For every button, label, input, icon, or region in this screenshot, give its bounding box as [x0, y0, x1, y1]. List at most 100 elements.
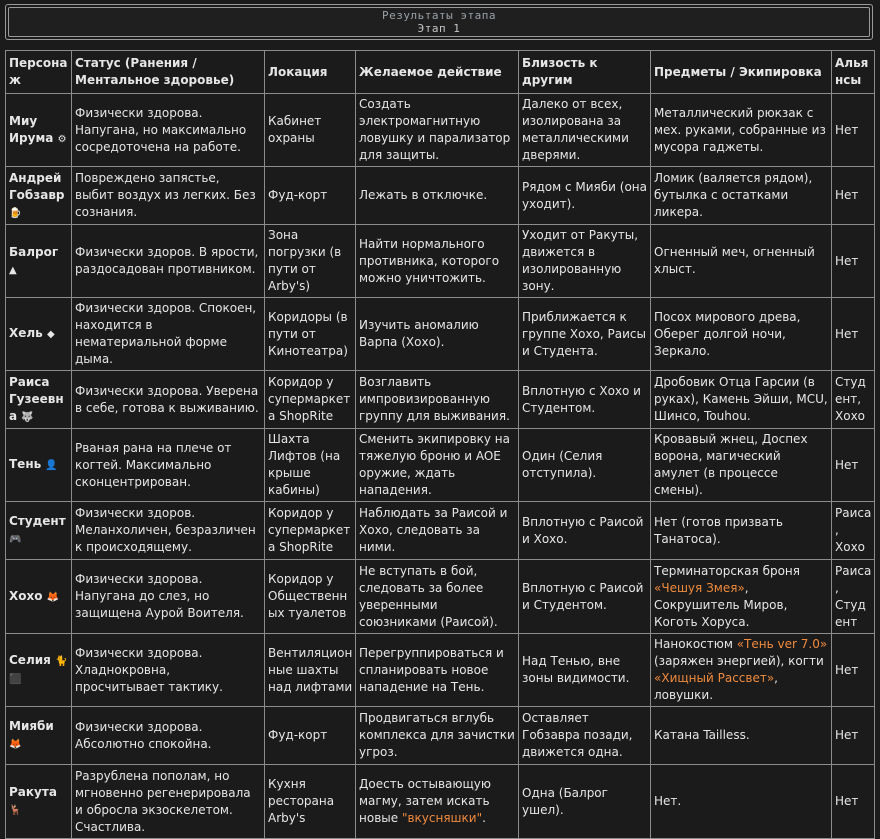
beer-icon: 🍺: [9, 207, 22, 219]
alliance-cell: Нет: [831, 297, 875, 371]
location-cell: Кабинет охраны: [264, 93, 356, 167]
ghost-icon: 👤: [45, 460, 58, 471]
alliance-cell: Раиса, Хохо: [831, 501, 875, 560]
proximity-text: Одна (Балрог ушел).: [522, 785, 608, 817]
status-text: Физически здорова. Напугана, но максимал…: [75, 105, 247, 154]
table-row: Селия 🐈⬛ Физически здорова. Хладнокровна,…: [5, 633, 875, 707]
stage-header: Результаты этапа Этап 1: [5, 4, 873, 40]
action-text: Не вступать в бой, следовать за более ув…: [359, 563, 498, 629]
action-cell: Сменить экипировку на тяжелую броню и AO…: [355, 428, 519, 502]
highlight-term: «Чешуя Змея»: [654, 580, 745, 595]
col-header-character: Персонаж: [5, 50, 72, 94]
col-header-status: Статус (Ранения / Ментальное здоровье): [71, 50, 265, 94]
proximity-text: Вплотную с Раисой и Студентом.: [522, 580, 644, 612]
location-text: Вентиляционные шахты над лифтами: [268, 645, 353, 694]
table-row: Мияби 🦊 Физически здорова. Абсолютно спок…: [5, 706, 875, 765]
status-cell: Физически здорова. Хладнокровна, просчит…: [71, 633, 265, 707]
location-cell: Кухня ресторана Arby's: [264, 764, 356, 839]
character-name: Раиса Гузеевна: [9, 374, 64, 423]
items-text: Огненный меч, огненный хлыст.: [654, 245, 815, 276]
alliance-cell: Нет: [831, 706, 875, 765]
alliance-text: Нет: [835, 326, 859, 341]
action-text: Изучить аномалию Варпа (Хохо).: [359, 318, 479, 349]
items-cell: Дробовик Отца Гарсии (в руках), Камень Э…: [650, 370, 832, 429]
character-cell: Селия 🐈⬛: [5, 633, 72, 707]
status-text: Разрублена пополам, но мгновенно регенер…: [75, 768, 251, 834]
action-text: Наблюдать за Раисой и Хохо, следовать за…: [359, 506, 508, 554]
location-text: Фуд-корт: [268, 188, 328, 202]
stage-header-inner: Результаты этапа Этап 1: [8, 7, 870, 37]
status-text: Физически здоров. Спокоен, находится в н…: [75, 301, 257, 366]
proximity-cell: Уходит от Ракуты, движется в изолированн…: [518, 224, 651, 298]
character-cell: Тень 👤: [5, 428, 72, 502]
action-text: Продвигаться вглубь комплекса для зачист…: [359, 711, 515, 759]
gear-icon: ⚙: [57, 133, 67, 145]
character-cell: Студент 🎮: [5, 501, 72, 560]
alliance-cell: Нет: [831, 633, 875, 707]
items-text: Металлический рюкзак с мех. руками, собр…: [654, 105, 826, 154]
items-cell: Нет.: [650, 764, 832, 839]
proximity-cell: Оставляет Гобзавра позади, движется одна…: [518, 706, 651, 765]
alliance-text: Раиса, Хохо: [835, 506, 872, 554]
table-header-row: Персонаж Статус (Ранения / Ментальное зд…: [5, 50, 875, 94]
proximity-text: Уходит от Ракуты, движется в изолированн…: [522, 228, 639, 293]
table-row: Хель ◆ Физически здоров. Спокоен, находит…: [5, 297, 875, 371]
items-cell: Кровавый жнец, Доспех ворона, магический…: [650, 428, 832, 502]
items-text: Дробовик Отца Гарсии (в руках), Камень Э…: [654, 375, 828, 423]
proximity-cell: Одна (Балрог ушел).: [518, 764, 651, 839]
alliance-cell: Студент, Хохо: [831, 370, 875, 429]
character-cell: Ракута 🦌: [5, 764, 72, 839]
items-cell: Нанокостюм «Тень ver 7.0» (заряжен энерг…: [650, 633, 832, 707]
proximity-text: Оставляет Гобзавра позади, движется одна…: [522, 711, 633, 759]
alliance-text: Нет: [835, 728, 859, 742]
location-text: Кухня ресторана Arby's: [268, 777, 335, 825]
status-cell: Повреждено запястье, выбит воздух из лег…: [71, 166, 265, 225]
location-cell: Коридор у супермаркета ShopRite: [264, 370, 356, 429]
action-text: Сменить экипировку на тяжелую броню и AO…: [359, 432, 511, 497]
location-cell: Фуд-корт: [264, 706, 356, 765]
proximity-text: Далеко от всех, изолирована за металличе…: [522, 97, 629, 162]
character-cell: Хохо 🦊: [5, 559, 72, 634]
proximity-text: Один (Селия отступила).: [522, 449, 603, 480]
alliance-cell: Раиса, Студент: [831, 559, 875, 634]
alliance-cell: Нет: [831, 93, 875, 167]
stage-subtitle: Этап 1: [417, 22, 461, 35]
items-text: Терминаторская броня: [654, 563, 800, 578]
proximity-cell: Вплотную с Хохо и Студентом.: [518, 370, 651, 429]
deer-icon: 🦌: [9, 805, 22, 816]
col-header-location: Локация: [264, 50, 356, 94]
table-row: Балрог ▲ Физически здоров. В ярости, разд…: [5, 224, 875, 298]
wolf-icon: 🐺: [21, 411, 34, 423]
action-cell: Найти нормального противника, которого м…: [355, 224, 519, 298]
location-cell: Шахта Лифтов (на крыше кабины): [264, 428, 356, 502]
proximity-cell: Один (Селия отступила).: [518, 428, 651, 502]
gamepad-icon: 🎮: [9, 534, 22, 545]
fox-icon: 🦊: [9, 739, 22, 750]
highlight-term: «Хищный Рассвет»: [654, 671, 775, 685]
action-text: Лежать в отключке.: [359, 188, 488, 202]
proximity-cell: Приближается к группе Хохо, Раисы и Студ…: [518, 297, 651, 371]
proximity-cell: Рядом с Мияби (она уходит).: [518, 166, 651, 225]
results-table: Персонаж Статус (Ранения / Ментальное зд…: [5, 50, 875, 839]
status-text: Физически здоров. В ярости, раздосадован…: [75, 245, 259, 276]
status-cell: Физически здоров. В ярости, раздосадован…: [71, 224, 265, 298]
action-cell: Доесть остывающую магму, затем искать но…: [355, 764, 519, 839]
crystal-icon: ◆: [46, 329, 55, 340]
location-cell: Коридор у Общественных туалетов: [264, 559, 356, 634]
location-text: Коридор у супермаркета ShopRite: [268, 506, 351, 554]
proximity-cell: Вплотную с Раисой и Студентом.: [518, 559, 651, 634]
character-name: Ракута: [9, 785, 57, 799]
status-text: Физически здоров. Меланхоличен, безразли…: [75, 506, 256, 554]
action-cell: Создать электромагнитную ловушку и парал…: [355, 93, 519, 167]
status-cell: Физически здорова. Напугана до слез, но …: [71, 559, 265, 634]
highlight-term: «Тень ver 7.0»: [736, 637, 828, 651]
status-cell: Физически здорова. Абсолютно спокойна.: [71, 706, 265, 765]
items-cell: Ломик (валяется рядом), бутылка с остатк…: [650, 166, 832, 225]
col-header-proximity: Близость к другим: [518, 50, 651, 94]
table-row: Хохо 🦊 Физически здорова. Напугана до сле…: [5, 559, 875, 634]
character-name: Мияби: [9, 719, 54, 733]
proximity-cell: Вплотную с Раисой и Хохо.: [518, 501, 651, 560]
alliance-text: Нет: [835, 253, 859, 268]
col-header-items: Предметы / Экипировка: [650, 50, 832, 94]
action-text: Перегруппироваться и спланировать новое …: [359, 645, 504, 694]
